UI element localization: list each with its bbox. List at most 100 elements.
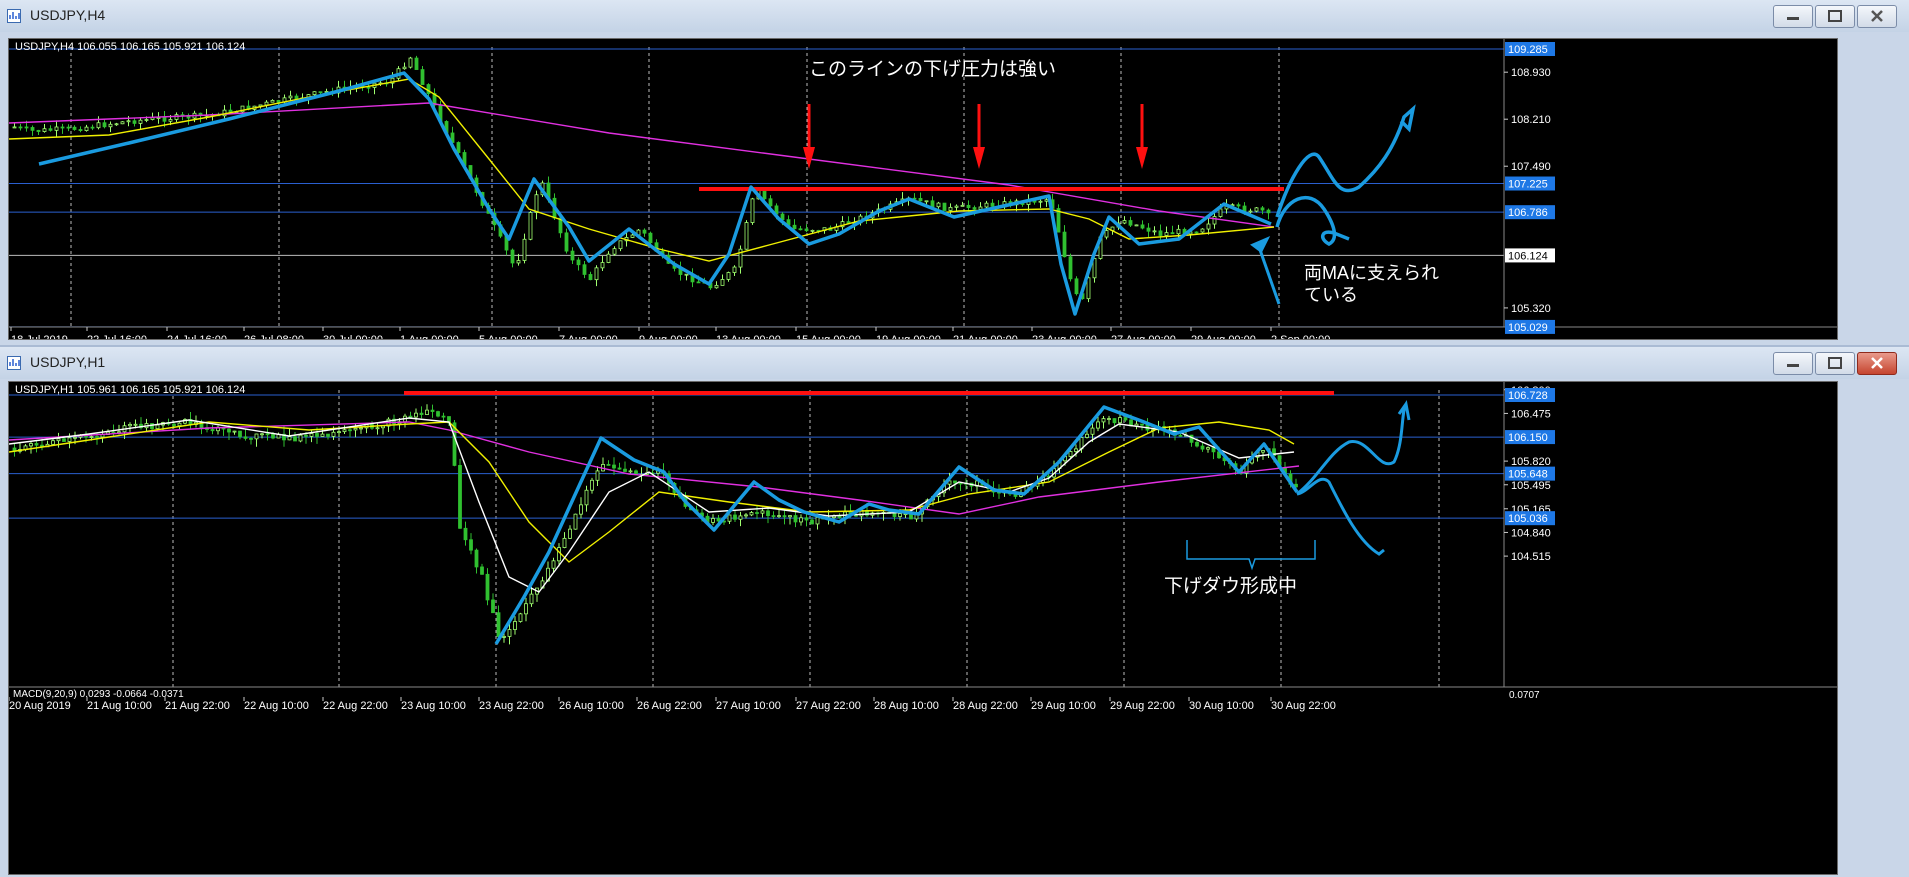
- candle-body: [762, 189, 767, 200]
- candle-body: [243, 436, 248, 439]
- down-scenario-curve: [1275, 196, 1350, 246]
- candle-body: [491, 599, 495, 614]
- minimize-button[interactable]: [1773, 5, 1813, 28]
- up-scenario-arrow: [1296, 399, 1411, 496]
- candle-body: [1107, 418, 1111, 420]
- time-axis-label: 21 Aug 00:00: [953, 334, 1018, 339]
- candle-body: [623, 468, 627, 472]
- candle-body: [1140, 423, 1144, 426]
- candle-body: [768, 198, 773, 207]
- candle-body: [1101, 418, 1106, 423]
- candle-body: [1206, 223, 1211, 230]
- candle-body: [612, 464, 616, 469]
- candle-body: [150, 117, 155, 120]
- candle-body: [1164, 232, 1169, 236]
- candle-body: [84, 126, 89, 131]
- title-bar[interactable]: USDJPY,H1: [0, 347, 1909, 379]
- candle-body: [628, 470, 633, 473]
- candle-body: [810, 229, 815, 232]
- price-tag-label: 107.225: [1508, 179, 1548, 191]
- candle-body: [617, 467, 622, 470]
- candle-body: [788, 515, 792, 518]
- maximize-button[interactable]: [1815, 5, 1855, 28]
- candle-body: [463, 527, 468, 541]
- candle-body: [414, 57, 419, 70]
- candle-body: [777, 515, 781, 518]
- candle-body: [128, 424, 132, 427]
- candle-body: [1206, 447, 1210, 450]
- candle-body: [1218, 208, 1223, 217]
- time-axis-label: 21 Aug 10:00: [87, 700, 152, 712]
- trend-sketch-line: [38, 71, 1272, 316]
- maximize-button[interactable]: [1815, 352, 1855, 375]
- time-axis-label: 15 Aug 00:00: [796, 334, 861, 339]
- candle-body: [29, 443, 33, 447]
- candle-body: [837, 515, 842, 519]
- candle-body: [126, 120, 131, 123]
- time-axis-label: 5 Aug 00:00: [479, 334, 538, 339]
- candle-body: [618, 240, 623, 250]
- h4-chart-area[interactable]: このラインの下げ圧力は強い 両MAに支えられ ている 109.285 108.930 10…: [8, 38, 1838, 340]
- close-button[interactable]: [1857, 5, 1897, 28]
- time-axis-label: 30 Aug 10:00: [1189, 700, 1254, 712]
- h1-svg: 下げダウ形成中 MACD(9,20,9) 0.0293 -0.0664 -0.03…: [9, 382, 1837, 712]
- time-axis-label: 29 Aug 10:00: [1031, 700, 1096, 712]
- candle-body: [60, 126, 65, 129]
- candle-body: [260, 433, 264, 436]
- time-axis-label: 27 Aug 10:00: [716, 700, 781, 712]
- candle-body: [815, 516, 820, 525]
- candle-body: [1248, 210, 1253, 213]
- ma-fast-white: [9, 417, 1295, 593]
- candle-body: [62, 438, 66, 442]
- close-button[interactable]: [1857, 352, 1897, 375]
- time-axis-label: 1 Aug 00:00: [400, 334, 459, 339]
- candle-body: [684, 273, 689, 276]
- candle-body: [918, 198, 923, 202]
- time-axis-label: 24 Jul 16:00: [167, 334, 227, 339]
- ma-mid-yellow: [9, 78, 1275, 262]
- time-axis-label: 20 Aug 2019: [9, 700, 71, 712]
- ma-mid-yellow: [9, 421, 1295, 563]
- candle-body: [366, 86, 371, 89]
- h1-chart-area[interactable]: 下げダウ形成中 MACD(9,20,9) 0.0293 -0.0664 -0.03…: [8, 381, 1838, 875]
- candle-body: [458, 465, 462, 529]
- price-axis-label: 108.210: [1511, 114, 1551, 126]
- candle-body: [557, 547, 561, 562]
- candle-body: [594, 267, 599, 281]
- candle-body: [954, 205, 959, 208]
- time-axis-label: 30 Jul 00:00: [323, 334, 383, 339]
- bracket-annotation: [1186, 540, 1316, 571]
- minimize-button[interactable]: [1773, 352, 1813, 375]
- candle-body: [168, 119, 173, 122]
- candle-body: [436, 411, 440, 417]
- candle-body: [227, 428, 231, 433]
- close-icon: [1871, 357, 1883, 369]
- candle-body: [1212, 216, 1217, 225]
- price-tag-label: 106.150: [1508, 432, 1548, 444]
- candle-body: [1158, 230, 1163, 236]
- candle-body: [579, 504, 583, 515]
- candle-body: [1122, 220, 1127, 224]
- candle-body: [804, 517, 809, 521]
- candle-body: [1086, 277, 1091, 300]
- ma-slow-magenta: [9, 102, 1275, 228]
- candle-body: [1236, 204, 1241, 207]
- candle-body: [570, 250, 575, 261]
- candle-body: [798, 228, 803, 231]
- candle-body: [898, 513, 902, 517]
- title-bar[interactable]: USDJPY,H4: [0, 0, 1909, 32]
- close-icon: [1871, 10, 1883, 22]
- candle-body: [766, 510, 770, 516]
- candle-body: [792, 224, 797, 230]
- candle-body: [177, 422, 182, 427]
- candle-body: [56, 438, 61, 442]
- candle-body: [793, 515, 798, 523]
- candle-body: [36, 129, 41, 132]
- candle-body: [749, 512, 754, 516]
- time-axis-label: 21 Aug 22:00: [165, 700, 230, 712]
- candle-body: [1140, 224, 1145, 229]
- candle-body: [502, 636, 506, 638]
- candle-body: [474, 549, 479, 568]
- candle-body: [441, 415, 446, 418]
- candle-body: [518, 613, 523, 622]
